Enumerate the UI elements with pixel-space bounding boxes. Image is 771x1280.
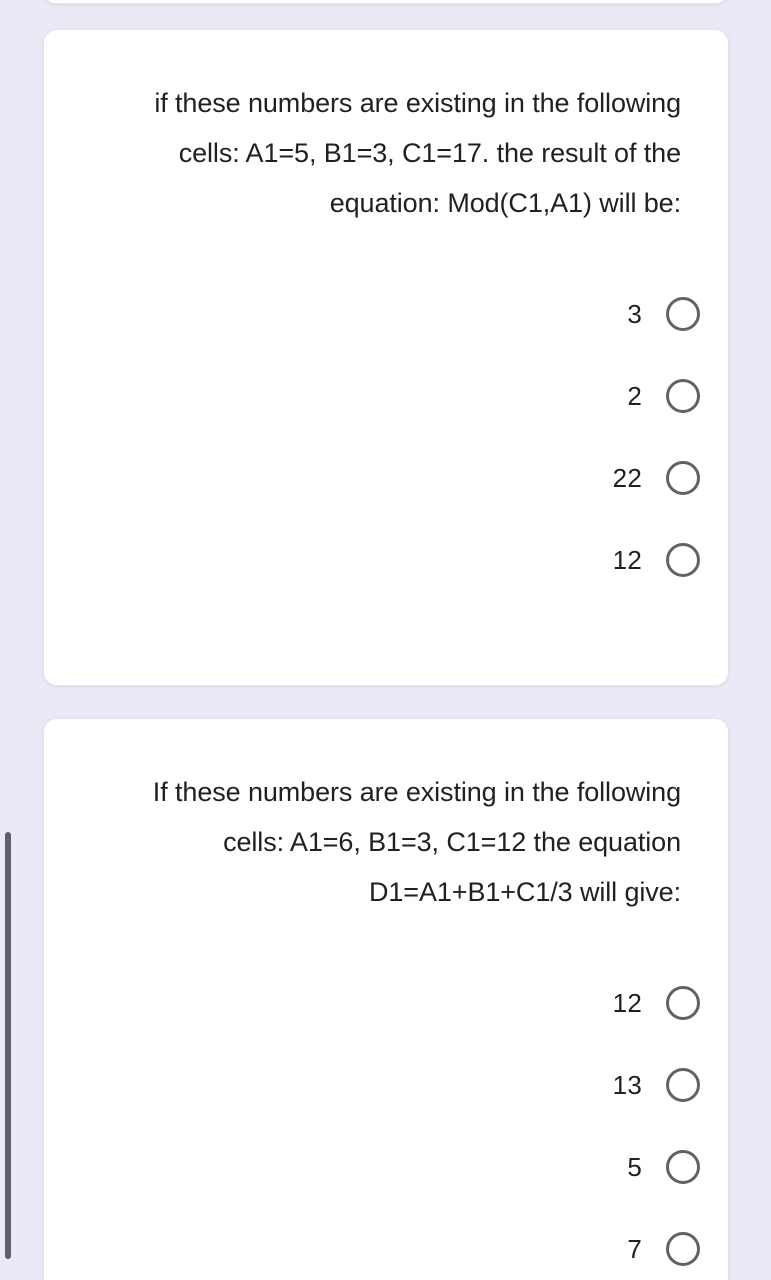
radio-button-icon[interactable] <box>666 1150 700 1184</box>
option-label: 7 <box>627 1234 642 1264</box>
option-row[interactable]: 5 <box>44 1126 728 1208</box>
option-row[interactable]: 22 <box>44 437 728 519</box>
option-label: 12 <box>612 988 642 1018</box>
question-card-2: If these numbers are existing in the fol… <box>43 718 729 1280</box>
vertical-scrollbar-thumb[interactable] <box>5 832 11 1259</box>
radio-button-icon[interactable] <box>666 543 700 577</box>
scroll-viewport[interactable]: if these numbers are existing in the fol… <box>0 0 771 1280</box>
option-row[interactable]: 7 <box>44 1208 728 1280</box>
option-label: 12 <box>612 545 642 575</box>
option-row[interactable]: 2 <box>44 355 728 437</box>
radio-button-icon[interactable] <box>666 379 700 413</box>
options-list-1: 3 2 22 12 <box>44 273 728 601</box>
radio-button-icon[interactable] <box>666 461 700 495</box>
previous-question-card-sliver <box>43 0 729 4</box>
radio-button-icon[interactable] <box>666 1232 700 1266</box>
option-label: 5 <box>627 1152 642 1182</box>
question-card-1: if these numbers are existing in the fol… <box>43 29 729 686</box>
radio-button-icon[interactable] <box>666 986 700 1020</box>
options-list-2: 12 13 5 7 <box>44 962 728 1280</box>
option-label: 3 <box>627 299 642 329</box>
option-label: 22 <box>612 463 642 493</box>
option-label: 13 <box>612 1070 642 1100</box>
question-text-2: If these numbers are existing in the fol… <box>152 777 681 907</box>
radio-button-icon[interactable] <box>666 297 700 331</box>
option-row[interactable]: 13 <box>44 1044 728 1126</box>
option-row[interactable]: 12 <box>44 519 728 601</box>
option-row[interactable]: 3 <box>44 273 728 355</box>
option-label: 2 <box>627 381 642 411</box>
vertical-scrollbar-track[interactable] <box>0 0 16 1280</box>
radio-button-icon[interactable] <box>666 1068 700 1102</box>
option-row[interactable]: 12 <box>44 962 728 1044</box>
question-text-1: if these numbers are existing in the fol… <box>154 88 681 218</box>
